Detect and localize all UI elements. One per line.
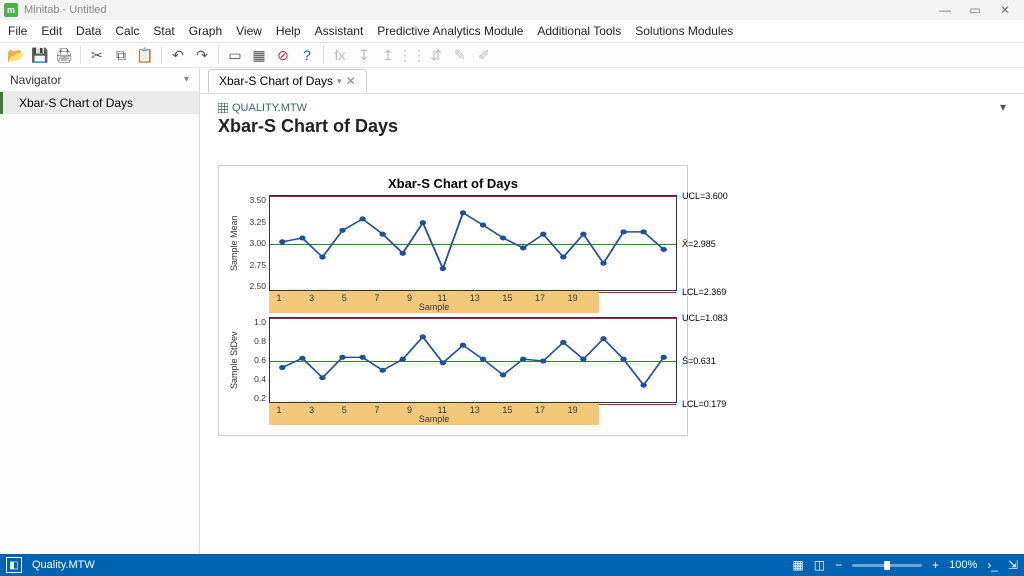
navigator-panel: Navigator ▾ Xbar-S Chart of Days xyxy=(0,68,200,554)
menu-additional-tools[interactable]: Additional Tools xyxy=(537,24,621,38)
center-label: S̄=0.631 xyxy=(682,356,716,366)
x-axis: 135791113151719Sample xyxy=(269,403,599,425)
toolbar: 📂💾🖨 ✂⧉📋 ↶↷ ▭▦⊘? fx↧↥⋮⋮⇵✎✐ xyxy=(0,42,1024,68)
cut-icon[interactable]: ✂ xyxy=(87,45,107,65)
separator xyxy=(161,46,162,64)
zoom-level: 100% xyxy=(949,559,977,571)
highlight-icon[interactable]: ✎ xyxy=(450,45,470,65)
new-window-icon[interactable]: ▭ xyxy=(225,45,245,65)
chart-card: Xbar-S Chart of Days Sample Mean3.503.25… xyxy=(218,165,688,436)
ascending-icon[interactable]: ↧ xyxy=(354,45,374,65)
layout-icon[interactable]: ◫ xyxy=(814,558,825,572)
data-grid-icon[interactable]: ▦ xyxy=(792,558,803,572)
status-bar: ◧ Quality.MTW ▦ ◫ − + 100% ›_ ⇲ xyxy=(0,554,1024,576)
undo-icon[interactable]: ↶ xyxy=(168,45,188,65)
maximize-button[interactable]: ▭ xyxy=(960,3,990,17)
y-axis-label: Sample Mean xyxy=(229,195,243,291)
zoom-out-icon[interactable]: − xyxy=(835,558,842,572)
navigator-title: Navigator xyxy=(10,73,61,87)
fx-icon[interactable]: fx xyxy=(330,45,350,65)
menu-edit[interactable]: Edit xyxy=(41,24,62,38)
plot-area: UCL=1.083S̄=0.631LCL=0.179 xyxy=(269,317,677,403)
series-line xyxy=(270,318,676,402)
navigator-collapse-icon[interactable]: ▾ xyxy=(184,74,189,85)
x-axis-label: Sample xyxy=(419,414,450,424)
x-axis: 135791113151719Sample xyxy=(269,291,599,313)
descending-icon[interactable]: ↥ xyxy=(378,45,398,65)
chart-title: Xbar-S Chart of Days xyxy=(229,176,677,191)
tab-xbar-s-chart[interactable]: Xbar-S Chart of Days ▾ ✕ xyxy=(208,69,367,93)
worksheet-name: Quality.MTW xyxy=(32,559,95,571)
paste-icon[interactable]: 📋 xyxy=(135,45,155,65)
menu-view[interactable]: View xyxy=(236,24,262,38)
separator xyxy=(218,46,219,64)
zoom-slider[interactable] xyxy=(852,564,922,567)
plot-area: UCL=3.600X̄=2.985LCL=2.369 xyxy=(269,195,677,291)
app-icon: m xyxy=(4,3,18,17)
stats-icon[interactable]: ▦ xyxy=(249,45,269,65)
cancel-icon[interactable]: ⊘ xyxy=(273,45,293,65)
series-line xyxy=(270,196,676,290)
lcl-label: LCL=2.369 xyxy=(682,287,726,297)
redo-icon[interactable]: ↷ xyxy=(192,45,212,65)
y-axis-ticks: 3.503.253.002.752.50 xyxy=(243,195,269,291)
menu-help[interactable]: Help xyxy=(276,24,301,38)
separator xyxy=(80,46,81,64)
sort-icon[interactable]: ⇵ xyxy=(426,45,446,65)
window-title: Minitab - Untitled xyxy=(24,4,107,16)
y-axis-label: Sample StDev xyxy=(229,317,243,403)
worksheet-icon xyxy=(218,103,228,113)
x-axis-label: Sample xyxy=(419,302,450,312)
chevron-down-icon[interactable]: ▾ xyxy=(337,76,342,87)
copy-icon[interactable]: ⧉ xyxy=(111,45,131,65)
close-button[interactable]: ✕ xyxy=(990,3,1020,17)
menu-assistant[interactable]: Assistant xyxy=(315,24,364,38)
center-label: X̄=2.985 xyxy=(682,239,716,249)
minimize-button[interactable]: — xyxy=(930,3,960,17)
lcl-label: LCL=0.179 xyxy=(682,399,726,409)
document-pane: QUALITY.MTW Xbar-S Chart of Days ▾ Xbar-… xyxy=(200,94,1024,554)
menu-file[interactable]: File xyxy=(8,24,27,38)
tab-bar: Xbar-S Chart of Days ▾ ✕ xyxy=(200,68,1024,94)
chart-panel-xbar: Sample Mean3.503.253.002.752.50UCL=3.600… xyxy=(229,195,677,313)
open-icon[interactable]: 📂 xyxy=(6,45,26,65)
menu-predictive-analytics-module[interactable]: Predictive Analytics Module xyxy=(377,24,523,38)
help-icon[interactable]: ? xyxy=(297,45,317,65)
output-dropdown-icon[interactable]: ▾ xyxy=(1000,100,1006,114)
navigator-header: Navigator ▾ xyxy=(0,68,199,92)
title-bar: m Minitab - Untitled — ▭ ✕ xyxy=(0,0,1024,20)
tab-label: Xbar-S Chart of Days xyxy=(219,74,333,88)
zoom-in-icon[interactable]: + xyxy=(932,558,939,572)
menu-bar: File Edit Data Calc Stat Graph View Help Assista… xyxy=(0,20,1024,42)
filter-icon[interactable]: ⋮⋮ xyxy=(402,45,422,65)
ucl-label: UCL=1.083 xyxy=(682,313,728,323)
menu-stat[interactable]: Stat xyxy=(153,24,174,38)
file-label[interactable]: QUALITY.MTW xyxy=(218,102,1006,114)
navigator-item-0[interactable]: Xbar-S Chart of Days xyxy=(0,92,199,114)
separator xyxy=(323,46,324,64)
y-axis-ticks: 1.00.80.60.40.2 xyxy=(243,317,269,403)
chart-panel-s: Sample StDev1.00.80.60.40.2UCL=1.083S̄=0… xyxy=(229,317,677,425)
menu-graph[interactable]: Graph xyxy=(189,24,222,38)
page-title: Xbar-S Chart of Days xyxy=(218,116,1006,137)
menu-calc[interactable]: Calc xyxy=(115,24,139,38)
close-icon[interactable]: ✕ xyxy=(346,74,356,88)
print-icon[interactable]: 🖨 xyxy=(54,45,74,65)
scroll-icon[interactable]: ⇲ xyxy=(1008,558,1018,572)
worksheet-toggle-icon[interactable]: ◧ xyxy=(6,557,22,573)
menu-solutions-modules[interactable]: Solutions Modules xyxy=(635,24,733,38)
menu-data[interactable]: Data xyxy=(76,24,101,38)
file-name: QUALITY.MTW xyxy=(232,102,307,114)
terminal-icon[interactable]: ›_ xyxy=(987,558,998,572)
save-icon[interactable]: 💾 xyxy=(30,45,50,65)
brush-icon[interactable]: ✐ xyxy=(474,45,494,65)
ucl-label: UCL=3.600 xyxy=(682,191,728,201)
